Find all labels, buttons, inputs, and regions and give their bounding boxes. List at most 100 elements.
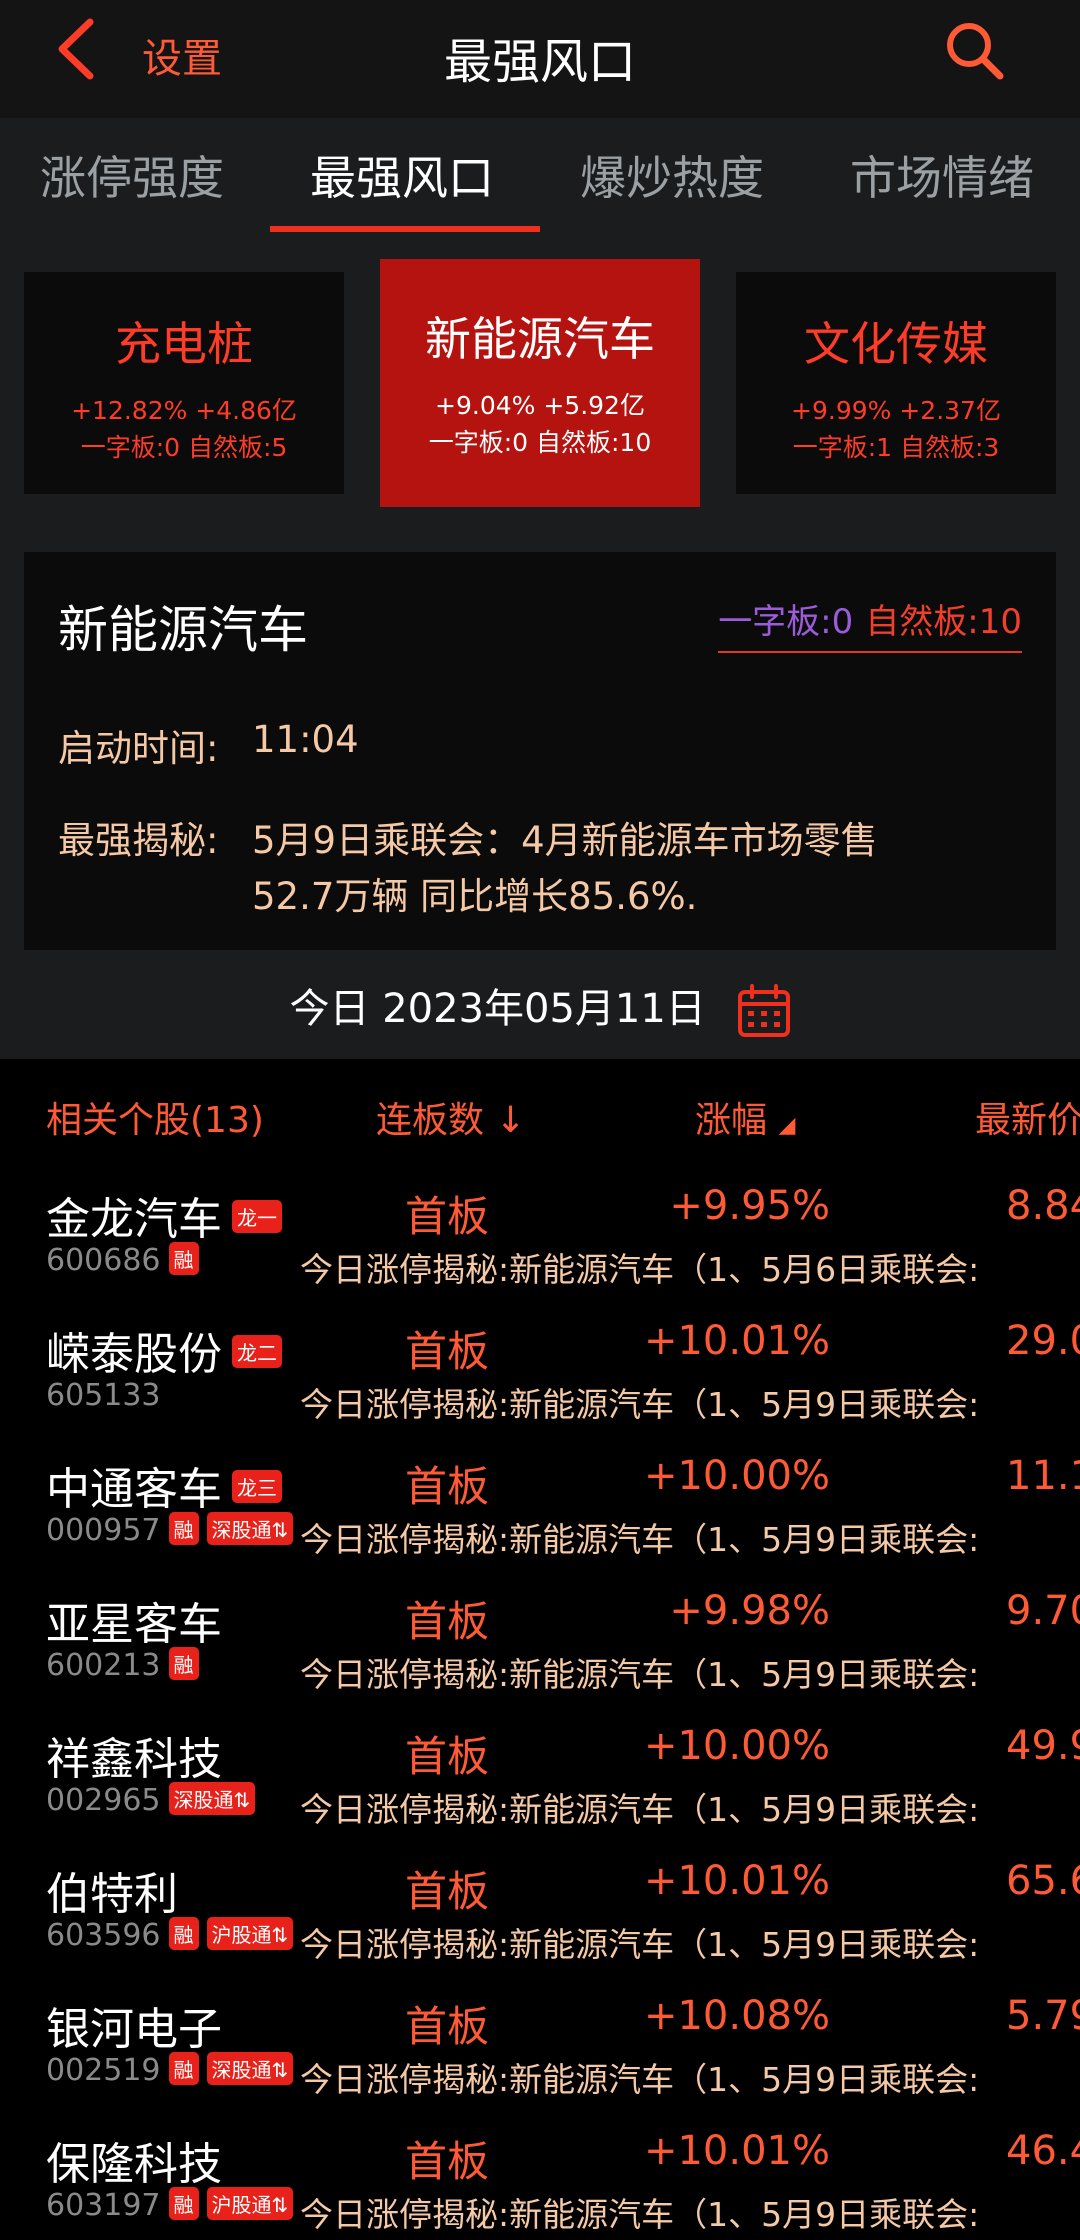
calendar-icon[interactable] (737, 984, 791, 1038)
start-time-value: 11:04 (252, 718, 359, 761)
latest-price: 5.79 (1006, 1993, 1080, 2039)
sector-detail-panel: 新能源汽车 一字板:0 自然板:10 启动时间: 11:04 最强揭秘: 5月9日… (24, 552, 1056, 950)
search-icon[interactable] (940, 16, 1010, 86)
stock-name: 伯特利 (46, 1869, 178, 1920)
margin-badge: 融 (168, 2187, 199, 2220)
limit-up-reason: 今日涨停揭秘:新能源汽车（1、5月9日乘联会: (300, 2195, 980, 2234)
sector-card-charging[interactable]: 充电桩 +12.82% +4.86亿 一字板:0 自然板:5 (24, 272, 344, 494)
sector-name: 充电桩 (115, 317, 253, 371)
sector-card-nev[interactable]: 新能源汽车 +9.04% +5.92亿 一字板:0 自然板:10 (380, 259, 700, 507)
table-row[interactable]: 伯特利603596融沪股通⇅ 首板 +10.01% 65.6 今日涨停揭秘:新能源汽车（… (0, 1846, 1080, 1981)
stock-code: 600213 融 (46, 1647, 199, 1683)
margin-badge: 融 (168, 1242, 199, 1275)
active-tab-indicator (270, 226, 540, 232)
top-bar: 设置 最强风口 (0, 0, 1080, 106)
sector-card-media[interactable]: 文化传媒 +9.99% +2.37亿 一字板:1 自然板:3 (736, 272, 1056, 494)
stock-name: 银河电子 (46, 2004, 222, 2055)
change-percent: +10.01% (643, 1858, 830, 1904)
lianban-count: 首板 (405, 1732, 490, 1781)
latest-price: 49.9 (1006, 1723, 1080, 1769)
limit-up-reason: 今日涨停揭秘:新能源汽车（1、5月9日乘联会: (300, 2060, 980, 2099)
lianban-count: 首板 (405, 1867, 490, 1916)
header-related-stocks[interactable]: 相关个股(13) (46, 1091, 264, 1143)
latest-price: 8.84 (1006, 1183, 1080, 1229)
limit-up-reason: 今日涨停揭秘:新能源汽车（1、5月6日乘联会: (300, 1250, 980, 1289)
latest-price: 65.6 (1006, 1858, 1080, 1904)
connect-badge: 深股通⇅ (206, 2052, 294, 2085)
sector-name: 新能源汽车 (425, 312, 655, 366)
tab-limit-strength[interactable]: 涨停强度 (40, 142, 224, 208)
tab-hype-heat[interactable]: 爆炒热度 (580, 142, 764, 208)
margin-badge: 融 (168, 1917, 199, 1950)
lianban-count: 首板 (405, 2002, 490, 2051)
stock-name: 中通客车 龙三 (46, 1453, 282, 1517)
table-row[interactable]: 银河电子002519融深股通⇅ 首板 +10.08% 5.79 今日涨停揭秘:新能源汽车… (0, 1981, 1080, 2116)
stock-name: 祥鑫科技 (46, 1734, 222, 1785)
latest-price: 46.4 (1006, 2128, 1080, 2174)
dragon-rank-badge: 龙一 (232, 1199, 282, 1233)
stock-code: 600686 融 (46, 1242, 199, 1278)
sector-stats: +9.99% +2.37亿 (791, 396, 1001, 425)
sector-name: 文化传媒 (804, 317, 988, 371)
detail-title: 新能源汽车 (58, 601, 308, 659)
table-row[interactable]: 金龙汽车龙一600686融 首板 +9.95% 8.84 今日涨停揭秘:新能源汽车（1、… (0, 1171, 1080, 1306)
connect-badge: 沪股通⇅ (206, 1917, 294, 1950)
sector-detail-section: 新能源汽车 一字板:0 自然板:10 启动时间: 11:04 最强揭秘: 5月9日… (0, 552, 1080, 1059)
sort-triangle-icon: ◢ (778, 1113, 796, 1138)
stock-code: 000957 融深股通⇅ (46, 1512, 294, 1548)
yizi-count: 一字板:0 (718, 602, 854, 642)
margin-badge: 融 (168, 1647, 199, 1680)
reveal-label: 最强揭秘: (58, 819, 219, 862)
sector-stats: +12.82% +4.86亿 (71, 396, 297, 425)
board-counts: 一字板:0 自然板:10 (718, 594, 1022, 653)
lianban-count: 首板 (405, 1192, 490, 1241)
connect-badge: 深股通⇅ (206, 1512, 294, 1545)
stock-code: 002519 融深股通⇅ (46, 2052, 294, 2088)
ziran-count: 自然板:10 (865, 602, 1022, 642)
sector-cards: 充电桩 +12.82% +4.86亿 一字板:0 自然板:5 新能源汽车 +9.… (0, 236, 1080, 552)
table-row[interactable]: 中通客车龙三000957融深股通⇅ 首板 +10.00% 11.1 今日涨停揭秘:新能源… (0, 1441, 1080, 1576)
change-percent: +9.95% (669, 1183, 830, 1229)
limit-up-reason: 今日涨停揭秘:新能源汽车（1、5月9日乘联会: (300, 1385, 980, 1424)
tab-bar: 涨停强度 最强风口 爆炒热度 市场情绪 (0, 118, 1080, 236)
limit-up-reason: 今日涨停揭秘:新能源汽车（1、5月9日乘联会: (300, 1520, 980, 1559)
header-latest-price[interactable]: 最新价 (975, 1091, 1080, 1143)
change-percent: +9.98% (669, 1588, 830, 1634)
start-time-label: 启动时间: (58, 727, 219, 770)
stock-code: 603596 融沪股通⇅ (46, 1917, 294, 1953)
limit-up-reason: 今日涨停揭秘:新能源汽车（1、5月9日乘联会: (300, 1790, 980, 1829)
table-row[interactable]: 祥鑫科技002965深股通⇅ 首板 +10.00% 49.9 今日涨停揭秘:新能源汽车（… (0, 1711, 1080, 1846)
limit-up-reason: 今日涨停揭秘:新能源汽车（1、5月9日乘联会: (300, 1655, 980, 1694)
stock-name: 保隆科技 (46, 2139, 222, 2190)
sector-boards: 一字板:1 自然板:3 (792, 433, 1000, 462)
page-title: 最强风口 (443, 34, 636, 90)
change-percent: +10.00% (643, 1453, 830, 1499)
stock-name: 金龙汽车 龙一 (46, 1183, 282, 1247)
table-row[interactable]: 嵘泰股份龙二605133 首板 +10.01% 29.0 今日涨停揭秘:新能源汽车（1、… (0, 1306, 1080, 1441)
change-percent: +10.08% (643, 1993, 830, 2039)
change-percent: +10.01% (643, 2128, 830, 2174)
stock-table: 相关个股(13) 连板数 ↓ 涨幅 ◢ 最新价 金龙汽车 龙一 600686 融首板 +… (0, 1059, 1080, 2240)
limit-up-reason: 今日涨停揭秘:新能源汽车（1、5月9日乘联会: (300, 1925, 980, 1964)
sector-boards: 一字板:0 自然板:5 (80, 433, 288, 462)
tab-market-sentiment[interactable]: 市场情绪 (850, 142, 1034, 208)
dragon-rank-badge: 龙三 (232, 1469, 282, 1503)
tab-strongest-trend[interactable]: 最强风口 (310, 142, 494, 208)
lianban-count: 首板 (405, 2137, 490, 2186)
reveal-line-2: 52.7万辆 同比增长85.6%. (252, 875, 698, 918)
header-lianban-sort[interactable]: 连板数 ↓ (376, 1091, 526, 1143)
table-row[interactable]: 亚星客车600213融 首板 +9.98% 9.70 今日涨停揭秘:新能源汽车（1、5月… (0, 1576, 1080, 1711)
sector-stats: +9.04% +5.92亿 (435, 391, 645, 420)
stock-code: 002965 深股通⇅ (46, 1782, 256, 1818)
latest-price: 9.70 (1006, 1588, 1080, 1634)
latest-price: 11.1 (1006, 1453, 1080, 1499)
lianban-count: 首板 (405, 1462, 490, 1511)
table-row[interactable]: 保隆科技603197融沪股通⇅ 首板 +10.01% 46.4 今日涨停揭秘:新能源汽车… (0, 2116, 1080, 2240)
dragon-rank-badge: 龙二 (232, 1334, 282, 1368)
stock-name: 嵘泰股份 龙二 (46, 1318, 282, 1382)
date-selector[interactable]: 今日 2023年05月11日 (0, 976, 1080, 1038)
stock-name: 亚星客车 (46, 1599, 222, 1650)
change-percent: +10.01% (643, 1318, 830, 1364)
reveal-line-1: 5月9日乘联会：4月新能源车市场零售 (252, 819, 878, 862)
header-change-sort[interactable]: 涨幅 ◢ (695, 1091, 795, 1143)
